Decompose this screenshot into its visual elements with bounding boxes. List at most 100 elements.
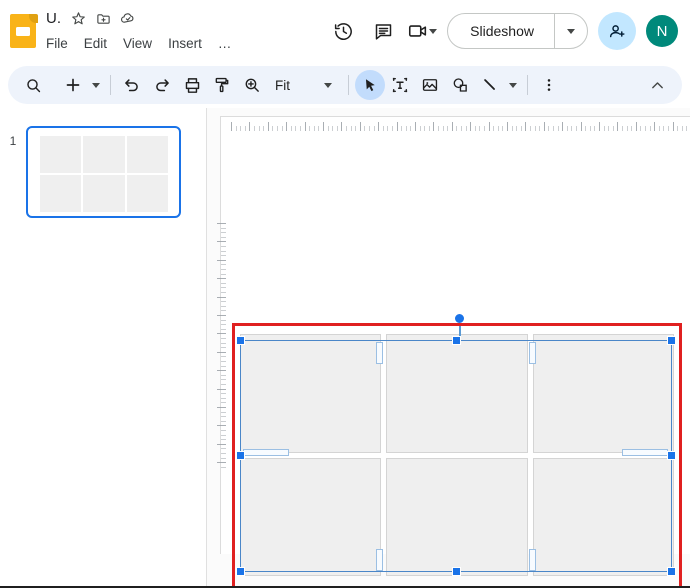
paint-format-icon[interactable] [207, 70, 237, 100]
redo-icon[interactable] [147, 70, 177, 100]
menu-item-file[interactable]: File [46, 36, 68, 51]
menu-item-insert[interactable]: Insert [168, 36, 202, 51]
print-icon[interactable] [177, 70, 207, 100]
ruler-tick [360, 122, 361, 131]
selection-handle-bottom-center[interactable] [452, 567, 461, 576]
rotation-handle[interactable] [454, 313, 465, 324]
image-icon[interactable] [415, 70, 445, 100]
toolbar-separator-2 [348, 75, 349, 95]
ruler-tick [221, 292, 226, 293]
table-cell[interactable] [240, 334, 382, 453]
ruler-tick [300, 126, 301, 131]
table-grid [240, 334, 674, 576]
line-icon[interactable] [475, 70, 505, 100]
version-history-icon[interactable] [323, 11, 363, 51]
vertical-ruler[interactable] [213, 223, 227, 471]
selection-handle-top-left[interactable] [236, 336, 245, 345]
selection-handle-top-right[interactable] [667, 336, 676, 345]
cloud-saved-icon[interactable] [120, 10, 136, 26]
menu-item-view[interactable]: View [123, 36, 152, 51]
ruler-tick [631, 126, 632, 131]
slideshow-button[interactable]: Slideshow [448, 14, 554, 48]
user-avatar[interactable]: N [646, 15, 678, 47]
table-cell[interactable] [386, 457, 528, 576]
column-resize-grip[interactable] [376, 549, 383, 571]
new-slide-icon[interactable] [58, 70, 88, 100]
ruler-tick [489, 122, 490, 131]
ruler-tick [447, 126, 448, 131]
search-icon[interactable] [18, 70, 48, 100]
shape-icon[interactable] [445, 70, 475, 100]
slide-filmstrip-panel: 1 [0, 108, 206, 588]
ruler-tick [221, 361, 226, 362]
ruler-tick [525, 122, 526, 131]
filmstrip-slide-item[interactable]: 1 [0, 126, 206, 218]
document-title[interactable]: U. [46, 10, 61, 27]
ruler-tick [686, 126, 687, 131]
table-object[interactable] [240, 334, 674, 576]
undo-icon[interactable] [117, 70, 147, 100]
ruler-tick [341, 122, 342, 131]
ruler-tick [221, 398, 226, 399]
textbox-icon[interactable] [385, 70, 415, 100]
zoom-level-caret-icon[interactable] [320, 70, 336, 100]
table-cell[interactable] [532, 334, 674, 453]
ruler-tick [456, 126, 457, 131]
ruler-tick [221, 274, 226, 275]
more-options-icon[interactable] [534, 70, 564, 100]
ruler-tick [217, 241, 226, 242]
table-cell[interactable] [532, 457, 674, 576]
menu-item-edit[interactable]: Edit [84, 36, 107, 51]
selection-handle-bottom-right[interactable] [667, 567, 676, 576]
ruler-tick [420, 126, 421, 131]
selection-handle-middle-left[interactable] [236, 451, 245, 460]
column-resize-grip[interactable] [529, 342, 536, 364]
ruler-tick [622, 126, 623, 131]
row-resize-grip[interactable] [243, 449, 289, 456]
ruler-tick [590, 126, 591, 131]
ruler-tick [221, 412, 226, 413]
column-resize-grip[interactable] [376, 342, 383, 364]
ruler-tick [429, 126, 430, 131]
menu-overflow-button[interactable]: … [218, 36, 233, 51]
ruler-tick [249, 122, 250, 131]
horizontal-ruler[interactable] [231, 118, 690, 132]
ruler-tick [535, 126, 536, 131]
zoom-icon[interactable] [237, 70, 267, 100]
column-resize-grip[interactable] [529, 549, 536, 571]
ruler-tick [221, 402, 226, 403]
ruler-tick [617, 122, 618, 131]
ruler-tick [562, 122, 563, 131]
star-icon[interactable] [70, 10, 86, 26]
ruler-tick [217, 297, 226, 298]
select-tool-icon[interactable] [355, 70, 385, 100]
collapse-toolbar-icon[interactable] [642, 70, 672, 100]
slides-logo-icon[interactable] [10, 14, 38, 48]
title-and-menu-block: U. File Edit View Insert … [44, 7, 274, 57]
zoom-level-label[interactable]: Fit [267, 78, 296, 93]
ruler-tick [364, 126, 365, 131]
ruler-tick [507, 122, 508, 131]
comment-icon[interactable] [363, 11, 403, 51]
row-resize-grip[interactable] [622, 449, 668, 456]
ruler-tick [221, 320, 226, 321]
ruler-tick [221, 306, 226, 307]
ruler-tick [318, 126, 319, 131]
ruler-tick [221, 246, 226, 247]
slideshow-caret-down-icon[interactable] [555, 14, 587, 48]
selection-handle-bottom-left[interactable] [236, 567, 245, 576]
slide-thumbnail[interactable] [26, 126, 181, 218]
table-cell[interactable] [240, 457, 382, 576]
ruler-tick [424, 126, 425, 131]
ruler-tick [498, 126, 499, 131]
line-caret-icon[interactable] [505, 70, 521, 100]
table-cell[interactable] [386, 334, 528, 453]
ruler-tick [415, 122, 416, 131]
new-slide-caret-icon[interactable] [88, 70, 104, 100]
selection-handle-middle-right[interactable] [667, 451, 676, 460]
selection-handle-top-center[interactable] [452, 336, 461, 345]
move-to-folder-icon[interactable] [95, 10, 111, 26]
ruler-tick [221, 347, 226, 348]
share-button[interactable] [598, 12, 636, 50]
meet-caret-down-icon[interactable] [429, 28, 438, 34]
